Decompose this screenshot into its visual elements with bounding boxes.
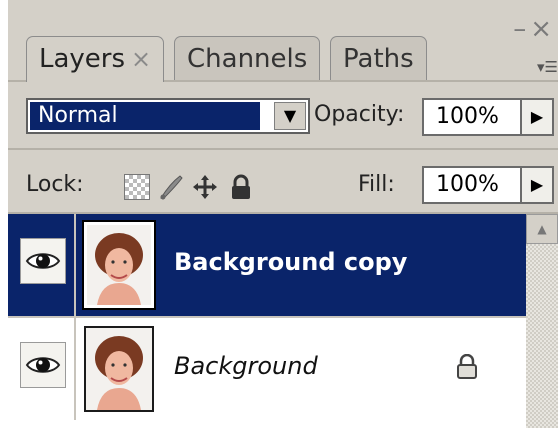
portrait-thumbnail-image (87, 225, 151, 305)
eye-icon (25, 253, 61, 269)
eye-icon (25, 357, 61, 373)
tab-channels[interactable]: Channels (174, 36, 321, 80)
tab-paths-label: Paths (343, 44, 414, 74)
divider (74, 318, 76, 420)
layer-row-background[interactable]: Background (8, 318, 526, 420)
blend-mode-value: Normal (30, 102, 260, 130)
window-controls: –× (513, 14, 556, 44)
layer-thumbnail[interactable] (84, 326, 154, 412)
scroll-up-icon[interactable]: ▲ (526, 214, 558, 244)
close-icon[interactable]: × (530, 14, 556, 44)
tab-paths[interactable]: Paths (330, 36, 427, 80)
layers-scrollbar[interactable]: ▲ (526, 214, 558, 428)
lock-image-pixels-icon[interactable] (158, 174, 184, 200)
panel-tab-bar: Layers × Channels Paths –× ▾☰ (8, 0, 558, 82)
lock-label: Lock: (26, 172, 84, 197)
divider (8, 148, 558, 150)
layer-thumbnail[interactable] (82, 220, 156, 310)
layer-name[interactable]: Background copy (174, 248, 407, 276)
divider (74, 214, 76, 316)
chevron-down-icon[interactable]: ▼ (274, 102, 306, 130)
tab-layers-label: Layers (39, 44, 126, 74)
fill-slider-arrow-icon[interactable]: ▶ (522, 166, 554, 204)
layer-lock-icon (456, 353, 478, 384)
tab-close-icon[interactable]: × (131, 45, 151, 73)
layers-list: Background copy Background (8, 214, 526, 428)
tab-layers[interactable]: Layers × (26, 36, 165, 82)
fill-input[interactable]: 100% (422, 166, 522, 204)
fill-label: Fill: (358, 172, 395, 197)
opacity-input[interactable]: 100% (422, 98, 522, 136)
layer-name[interactable]: Background (174, 352, 318, 380)
portrait-thumbnail-image (86, 328, 152, 410)
opacity-label: Opacity: (314, 102, 405, 127)
layer-row-background-copy[interactable]: Background copy (8, 214, 526, 318)
minimize-icon[interactable]: – (513, 14, 530, 44)
layers-panel: Layers × Channels Paths –× ▾☰ Normal ▼ Op… (8, 0, 558, 428)
lock-transparent-pixels-icon[interactable] (124, 174, 150, 200)
blend-mode-select[interactable]: Normal ▼ (26, 98, 310, 134)
opacity-slider-arrow-icon[interactable]: ▶ (522, 98, 554, 136)
panel-menu-icon[interactable]: ▾☰ (537, 58, 558, 76)
lock-position-icon[interactable] (192, 174, 218, 200)
tab-channels-label: Channels (187, 44, 308, 74)
visibility-toggle[interactable] (20, 342, 66, 388)
visibility-toggle[interactable] (20, 238, 66, 284)
lock-all-icon[interactable] (228, 174, 254, 200)
